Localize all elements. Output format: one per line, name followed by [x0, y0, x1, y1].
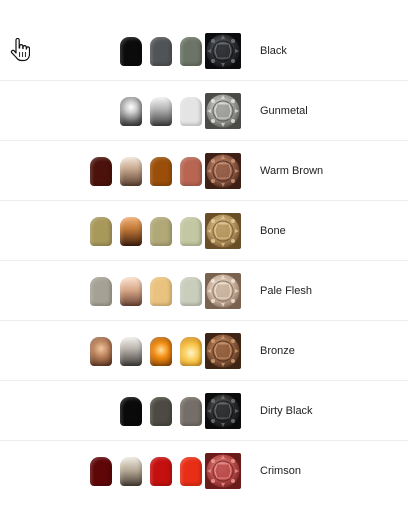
shield-swatch-image [205, 93, 241, 129]
paint-pot-icon [180, 457, 202, 486]
paint-pot-icon [180, 37, 202, 66]
paint-pots [120, 97, 202, 126]
paint-pot-icon [120, 397, 142, 426]
paint-pot-icon [180, 277, 202, 306]
scheme-name: Warm Brown [260, 165, 324, 177]
paint-pot-icon [120, 457, 142, 486]
paint-pot-icon [120, 277, 142, 306]
paint-pots [90, 157, 202, 186]
paint-pot-icon [150, 337, 172, 366]
scheme-name: Bone [260, 225, 286, 237]
paint-pot-icon [150, 217, 172, 246]
paint-pot-icon [150, 37, 172, 66]
scheme-row[interactable]: Crimson [0, 441, 408, 501]
shield-swatch-image [205, 273, 241, 309]
paint-pot-icon [180, 97, 202, 126]
paint-pot-icon [180, 397, 202, 426]
color-scheme-list: Black Gunmetal Warm Brown Bone Pale Fles… [0, 21, 408, 501]
paint-pot-icon [150, 457, 172, 486]
paint-pot-icon [120, 97, 142, 126]
scheme-name: Crimson [260, 465, 301, 477]
paint-pot-icon [120, 157, 142, 186]
paint-pot-icon [90, 157, 112, 186]
shield-swatch-image [205, 333, 241, 369]
paint-pots [90, 457, 202, 486]
scheme-name: Bronze [260, 345, 295, 357]
paint-pot-icon [150, 97, 172, 126]
shield-swatch-image [205, 153, 241, 189]
scheme-name: Dirty Black [260, 405, 313, 417]
paint-pot-icon [90, 457, 112, 486]
scheme-name: Black [260, 45, 287, 57]
scheme-row[interactable]: Black [0, 21, 408, 81]
shield-swatch-image [205, 33, 241, 69]
scheme-name: Gunmetal [260, 105, 308, 117]
paint-pots [90, 337, 202, 366]
shield-swatch-image [205, 393, 241, 429]
paint-pot-icon [120, 337, 142, 366]
paint-pot-icon [90, 277, 112, 306]
paint-pot-icon [150, 157, 172, 186]
paint-pots [90, 277, 202, 306]
paint-pot-icon [90, 337, 112, 366]
paint-pot-icon [150, 397, 172, 426]
shield-swatch-image [205, 213, 241, 249]
scheme-row[interactable]: Bronze [0, 321, 408, 381]
paint-pot-icon [150, 277, 172, 306]
scheme-row[interactable]: Warm Brown [0, 141, 408, 201]
shield-swatch-image [205, 453, 241, 489]
paint-pot-icon [180, 337, 202, 366]
paint-pots [90, 217, 202, 246]
scheme-name: Pale Flesh [260, 285, 312, 297]
scheme-row[interactable]: Gunmetal [0, 81, 408, 141]
paint-pot-icon [120, 37, 142, 66]
paint-pots [120, 397, 202, 426]
paint-pots [120, 37, 202, 66]
paint-pot-icon [120, 217, 142, 246]
paint-pot-icon [90, 217, 112, 246]
scheme-row[interactable]: Pale Flesh [0, 261, 408, 321]
paint-pot-icon [180, 157, 202, 186]
scheme-row[interactable]: Bone [0, 201, 408, 261]
paint-pot-icon [180, 217, 202, 246]
scheme-row[interactable]: Dirty Black [0, 381, 408, 441]
